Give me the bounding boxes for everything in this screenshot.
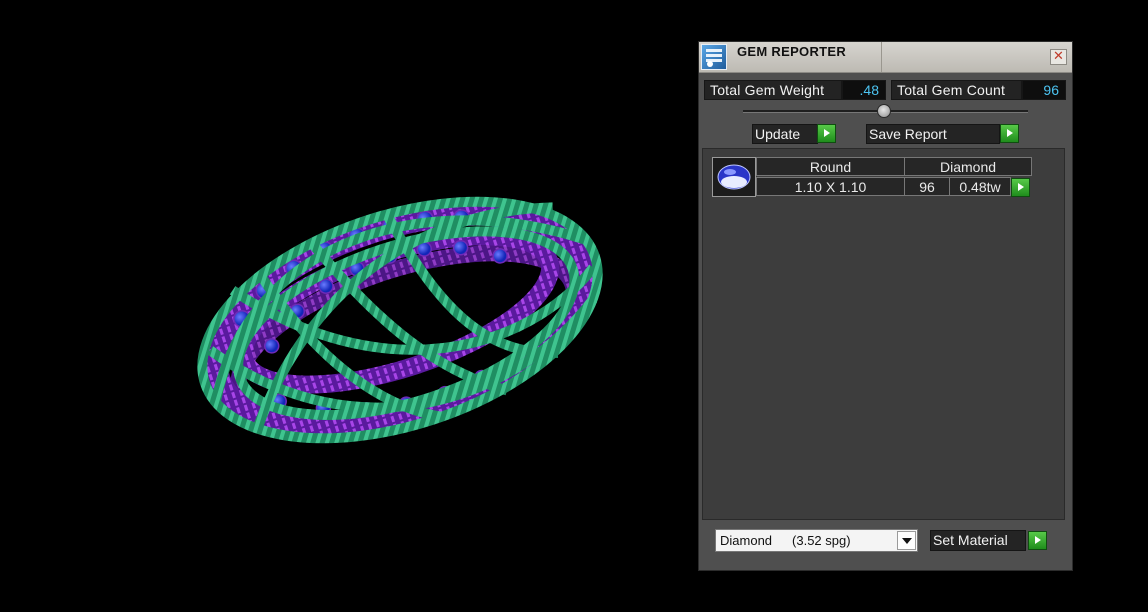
close-button[interactable]: ✕: [1050, 49, 1067, 65]
ring-model-render: [197, 196, 603, 444]
set-material-go-icon[interactable]: [1028, 531, 1047, 550]
save-report-go-icon[interactable]: [1000, 124, 1019, 143]
update-go-icon[interactable]: [817, 124, 836, 143]
gem-weight-cell[interactable]: 0.48tw: [949, 177, 1011, 196]
3d-viewport[interactable]: [0, 0, 690, 607]
title-divider: [881, 42, 882, 72]
gem-material-cell[interactable]: Diamond: [904, 157, 1032, 176]
material-dropdown[interactable]: Diamond (3.52 spg): [715, 529, 918, 552]
panel-title: GEM REPORTER: [737, 44, 847, 59]
gem-shape-cell[interactable]: Round: [756, 157, 905, 176]
total-gem-count-value: 96: [1022, 80, 1066, 100]
gem-list[interactable]: Round Diamond 1.10 X 1.10 96 0.48tw: [702, 148, 1065, 520]
save-report-button[interactable]: Save Report: [866, 124, 1000, 144]
close-icon: ✕: [1053, 49, 1064, 64]
round-gem-icon[interactable]: [712, 157, 756, 197]
gem-reporter-app-icon: [701, 44, 727, 70]
gem-row-go-icon[interactable]: [1011, 178, 1030, 197]
slider-handle[interactable]: [877, 104, 891, 118]
save-report-label: Save Report: [869, 126, 947, 142]
total-gem-count-label: Total Gem Count: [891, 80, 1022, 100]
set-material-label: Set Material: [933, 532, 1008, 548]
chevron-down-icon[interactable]: [897, 531, 916, 550]
gem-reporter-panel: GEM REPORTER ✕ Total Gem Weight .48 Tota…: [698, 41, 1073, 571]
set-material-button[interactable]: Set Material: [930, 530, 1026, 551]
update-button[interactable]: Update: [752, 124, 818, 144]
update-label: Update: [755, 126, 801, 142]
total-gem-weight-value: .48: [842, 80, 886, 100]
title-bar[interactable]: GEM REPORTER ✕: [699, 42, 1072, 73]
gem-count-cell[interactable]: 96: [904, 177, 950, 196]
gem-size-cell[interactable]: 1.10 X 1.10: [756, 177, 905, 196]
material-name: Diamond: [720, 533, 773, 548]
material-density: (3.52 spg): [792, 533, 851, 548]
total-gem-weight-label: Total Gem Weight: [704, 80, 842, 100]
